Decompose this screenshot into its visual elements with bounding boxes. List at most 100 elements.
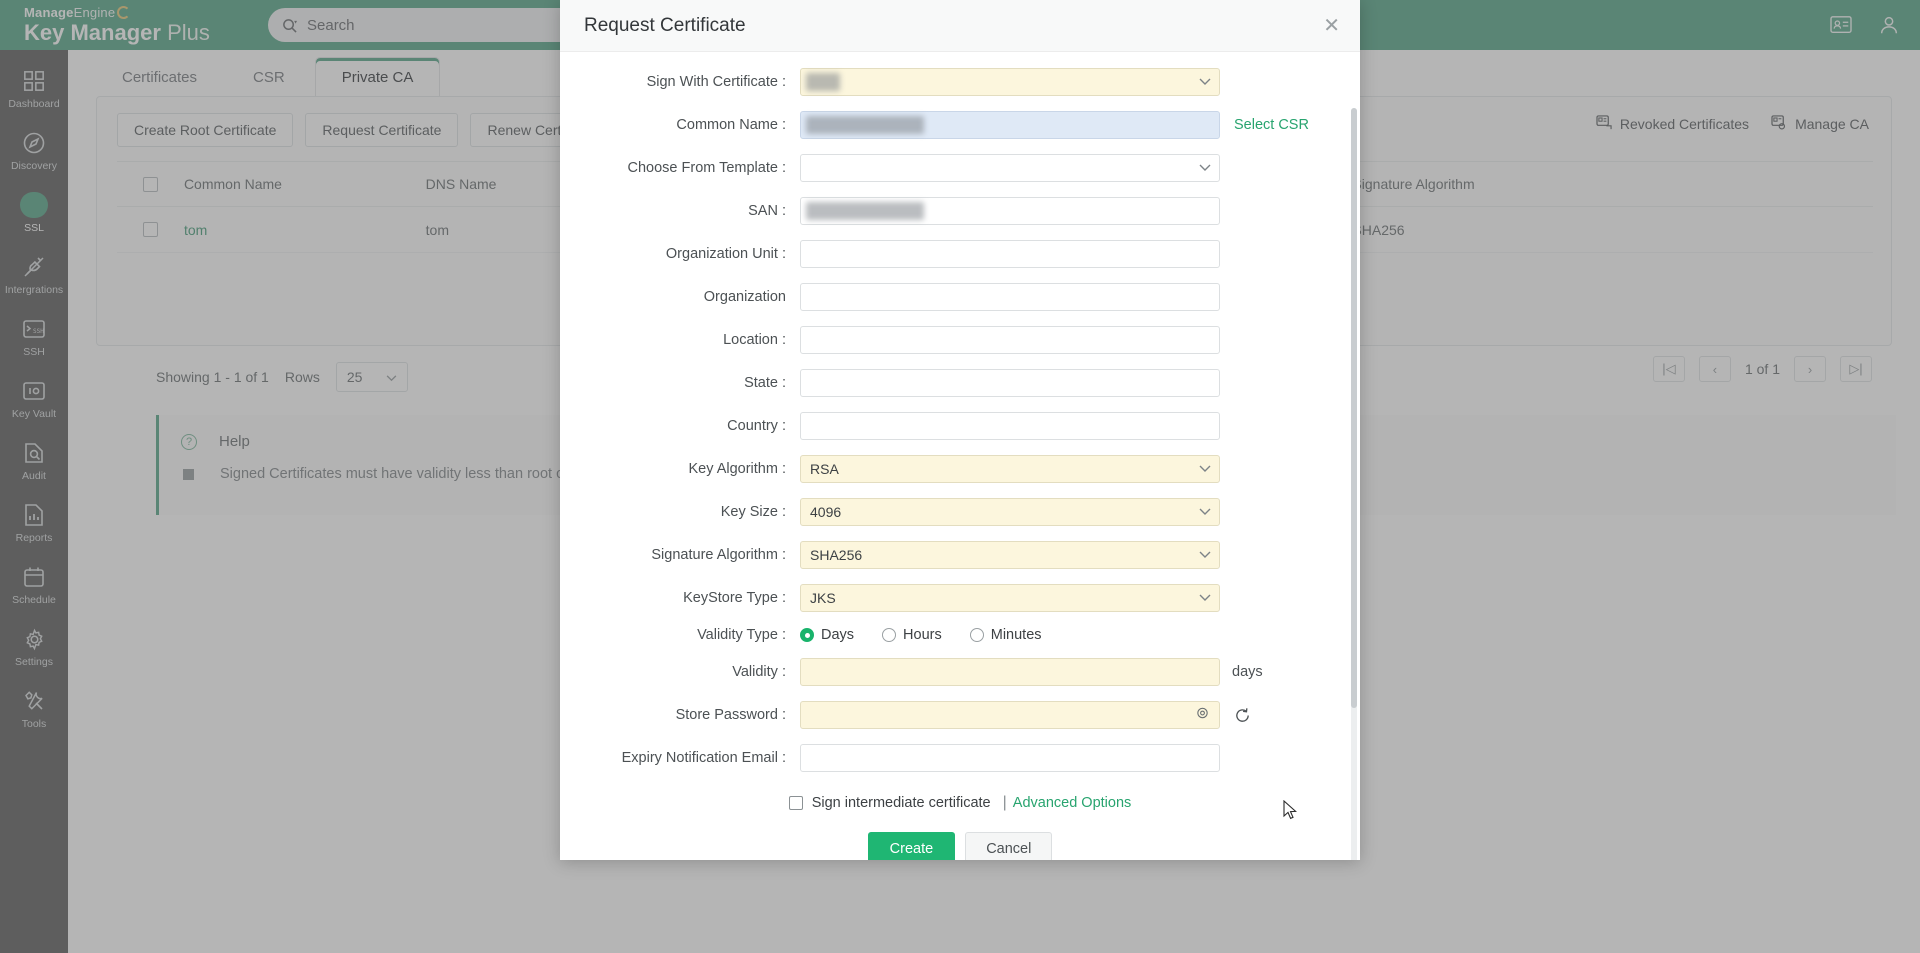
last-page-button[interactable]: ▷| (1840, 356, 1872, 382)
state-input[interactable] (800, 369, 1220, 397)
radio-validity-days[interactable]: Days (800, 627, 854, 643)
sidebar-label-tools: Tools (21, 718, 47, 730)
column-header-common-name[interactable]: Common Name (184, 176, 426, 192)
sidebar-item-ssh[interactable]: SSH SSH (0, 306, 68, 368)
radio-validity-hours[interactable]: Hours (882, 627, 942, 643)
create-root-certificate-button[interactable]: Create Root Certificate (117, 113, 294, 147)
column-header-signature-algorithm[interactable]: Signature Algorithm (1352, 176, 1873, 192)
cancel-button[interactable]: Cancel (965, 832, 1053, 860)
row-checkbox-cell (117, 222, 184, 237)
select-all-checkbox[interactable] (142, 176, 158, 192)
radio-hours-label: Hours (903, 627, 942, 643)
select-all-checkbox-cell (117, 176, 184, 192)
rows-per-page-select[interactable]: 25 (335, 362, 409, 392)
manage-ca-link[interactable]: Manage CA (1771, 115, 1869, 133)
search-icon (282, 18, 297, 33)
label-choose-from-template: Choose From Template : (627, 160, 787, 176)
advanced-options-link[interactable]: Advanced Options (1013, 795, 1132, 811)
create-button[interactable]: Create (867, 832, 956, 860)
sidebar-label-discovery: Discovery (10, 160, 58, 172)
store-password-input[interactable] (800, 701, 1220, 729)
field-sign-with-certificate: Sign With Certificate : (560, 68, 1360, 96)
sidebar-label-audit: Audit (22, 470, 46, 482)
radio-days-dot (800, 628, 814, 642)
tab-certificates[interactable]: Certificates (96, 58, 223, 96)
label-key-size: Key Size : (720, 504, 786, 520)
user-account-icon[interactable] (1878, 14, 1900, 36)
plug-icon (21, 254, 47, 280)
next-page-button[interactable]: › (1794, 356, 1826, 382)
sidebar-label-ssh: SSH (23, 346, 45, 358)
sidebar-item-reports[interactable]: Reports (0, 492, 68, 554)
validity-input[interactable] (800, 658, 1220, 686)
field-location: Location : (560, 326, 1360, 354)
sign-intermediate-checkbox[interactable] (788, 796, 803, 810)
field-signature-algorithm: Signature Algorithm : (560, 541, 1360, 569)
sidebar-label-reports: Reports (15, 532, 53, 544)
modal-scrollbar[interactable] (1351, 108, 1357, 860)
tab-private-ca[interactable]: Private CA (314, 57, 441, 96)
label-san: SAN : (748, 203, 786, 219)
country-input[interactable] (800, 412, 1220, 440)
sidebar-item-discovery[interactable]: Discovery (0, 120, 68, 182)
first-page-button[interactable]: |◁ (1652, 356, 1685, 382)
eye-icon[interactable] (1195, 706, 1210, 724)
request-certificate-button[interactable]: Request Certificate (305, 113, 459, 147)
revoked-certificates-label: Revoked Certificates (1619, 116, 1750, 132)
keystore-type-select[interactable] (800, 584, 1220, 612)
organization-input[interactable] (800, 283, 1220, 311)
options-separator: | (1002, 794, 1007, 811)
modal-title: Request Certificate (584, 14, 746, 36)
cell-common-name[interactable]: tom (184, 222, 426, 238)
brand-engine-text: Engine (73, 4, 116, 20)
request-certificate-modal: Request Certificate ✕ Sign With Certific… (560, 0, 1360, 860)
close-icon[interactable]: ✕ (1323, 16, 1340, 36)
previous-page-button[interactable]: ‹ (1698, 356, 1731, 382)
field-state: State : (560, 369, 1360, 397)
signature-algorithm-select[interactable] (800, 541, 1220, 569)
revoked-certificates-link[interactable]: Revoked Certificates (1596, 115, 1749, 133)
radio-validity-minutes[interactable]: Minutes (969, 627, 1042, 643)
choose-from-template-select[interactable] (800, 154, 1220, 182)
sidebar-item-dashboard[interactable]: Dashboard (0, 58, 68, 120)
select-csr-link[interactable]: Select CSR (1234, 117, 1309, 133)
tab-csr[interactable]: CSR (227, 58, 311, 96)
label-country: Country : (727, 418, 786, 434)
question-mark-icon: ? (181, 433, 197, 450)
regenerate-icon[interactable] (1234, 707, 1251, 724)
sign-intermediate-certificate-option[interactable]: Sign intermediate certificate (788, 795, 991, 811)
sidebar-item-tools[interactable]: Tools (0, 678, 68, 740)
field-organization-unit: Organization Unit : (560, 240, 1360, 268)
field-organization: Organization (560, 283, 1360, 311)
sidebar-item-audit[interactable]: Audit (0, 430, 68, 492)
brand-logo[interactable]: ManageEngine Key Manager Plus (24, 4, 210, 46)
location-input[interactable] (800, 326, 1220, 354)
license-icon[interactable] (1830, 15, 1852, 35)
key-size-select[interactable] (800, 498, 1220, 526)
modal-options-row: Sign intermediate certificate | Advanced… (560, 794, 1360, 812)
brand-product-name: Key Manager (24, 20, 161, 46)
row-checkbox[interactable] (142, 222, 158, 237)
label-key-algorithm: Key Algorithm : (688, 461, 786, 477)
brand-product-suffix: Plus (160, 20, 210, 46)
sidebar-item-intergrations[interactable]: Intergrations (0, 244, 68, 306)
label-common-name: Common Name : (676, 117, 786, 133)
expiry-notification-email-input[interactable] (800, 744, 1220, 772)
san-input[interactable] (800, 197, 1220, 225)
label-sign-with-certificate: Sign With Certificate : (646, 74, 786, 90)
sidebar-item-ssl[interactable]: SSL (0, 182, 68, 244)
application-root: ManageEngine Key Manager Plus Search Das… (0, 0, 1920, 953)
key-algorithm-select[interactable] (800, 455, 1220, 483)
common-name-input[interactable] (800, 111, 1220, 139)
mouse-cursor (1283, 799, 1299, 827)
chevron-down-icon (386, 369, 397, 385)
panel-corner-links: Revoked Certificates Manage CA (1596, 115, 1869, 133)
organization-unit-input[interactable] (800, 240, 1220, 268)
label-expiry-notification-email: Expiry Notification Email : (621, 750, 786, 766)
sign-with-certificate-select[interactable] (800, 68, 1220, 96)
sidebar-label-intergrations: Intergrations (4, 284, 64, 296)
sidebar-item-key-vault[interactable]: Key Vault (0, 368, 68, 430)
sidebar-item-schedule[interactable]: Schedule (0, 554, 68, 616)
sidebar-item-settings[interactable]: Settings (0, 616, 68, 678)
label-location: Location : (723, 332, 786, 348)
